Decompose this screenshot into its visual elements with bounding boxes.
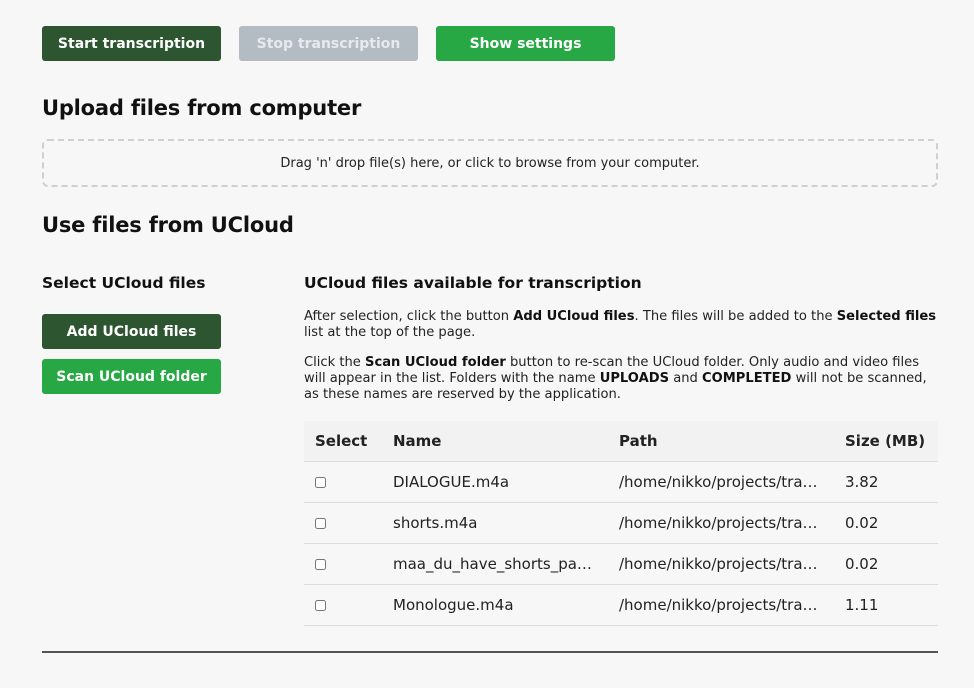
para2-bold-1: Scan UCloud folder — [365, 355, 506, 370]
para1-text-3: list at the top of the page. — [304, 325, 476, 340]
table-row: DIALOGUE.m4a /home/nikko/projects/tra… 3… — [304, 461, 938, 503]
row-select-cell — [304, 584, 382, 626]
ucloud-heading: Use files from UCloud — [42, 213, 294, 237]
row-size: 3.82 — [834, 461, 938, 503]
para2-bold-3: COMPLETED — [702, 371, 792, 386]
available-files-heading: UCloud files available for transcription — [304, 274, 642, 292]
instructions-paragraph-2: Click the Scan UCloud folder button to r… — [304, 355, 944, 403]
row-name: DIALOGUE.m4a — [382, 461, 608, 503]
row-name: shorts.m4a — [382, 502, 608, 544]
para1-bold-1: Add UCloud files — [513, 309, 635, 324]
row-path: /home/nikko/projects/tra… — [608, 502, 834, 544]
size-column-header: Size (MB) — [834, 421, 938, 462]
para1-text-2: . The files will be added to the — [634, 309, 837, 324]
row-checkbox[interactable] — [315, 558, 326, 570]
row-checkbox[interactable] — [315, 517, 326, 529]
para2-text-3: and — [669, 371, 702, 386]
para1-bold-2: Selected files — [836, 309, 937, 324]
row-name: Monologue.m4a — [382, 584, 608, 626]
table-row: Monologue.m4a /home/nikko/projects/tra… … — [304, 584, 938, 626]
row-checkbox[interactable] — [315, 599, 326, 611]
row-size: 0.02 — [834, 543, 938, 585]
para2-text-1: Click the — [304, 355, 366, 370]
start-transcription-button[interactable]: Start transcription — [42, 26, 221, 61]
row-select-cell — [304, 543, 382, 585]
table-row: shorts.m4a /home/nikko/projects/tra… 0.0… — [304, 502, 938, 544]
ucloud-files-table: Select Name Path Size (MB) DIALOGUE.m4a … — [304, 421, 938, 626]
row-size: 0.02 — [834, 502, 938, 544]
select-column-header: Select — [304, 421, 382, 462]
path-column-header: Path — [608, 421, 834, 462]
scan-ucloud-folder-button[interactable]: Scan UCloud folder — [42, 359, 221, 394]
row-path: /home/nikko/projects/tra… — [608, 461, 834, 503]
table-row: maa_du_have_shorts_paa… /home/nikko/proj… — [304, 543, 938, 585]
bottom-divider — [42, 651, 938, 653]
upload-heading: Upload files from computer — [42, 96, 362, 120]
row-select-cell — [304, 502, 382, 544]
row-size: 1.11 — [834, 584, 938, 626]
instructions-paragraph-1: After selection, click the button Add UC… — [304, 309, 944, 341]
show-settings-button[interactable]: Show settings — [436, 26, 615, 61]
dropzone-text: Drag 'n' drop file(s) here, or click to … — [280, 155, 700, 171]
row-checkbox[interactable] — [315, 476, 326, 488]
para1-text-1: After selection, click the button — [304, 309, 514, 324]
table-header-row: Select Name Path Size (MB) — [304, 421, 938, 462]
select-ucloud-heading: Select UCloud files — [42, 274, 206, 292]
row-path: /home/nikko/projects/tra… — [608, 584, 834, 626]
stop-transcription-button[interactable]: Stop transcription — [239, 26, 418, 61]
row-name: maa_du_have_shorts_paa… — [382, 543, 608, 585]
name-column-header: Name — [382, 421, 608, 462]
add-ucloud-files-button[interactable]: Add UCloud files — [42, 314, 221, 349]
file-dropzone[interactable]: Drag 'n' drop file(s) here, or click to … — [42, 139, 938, 187]
row-path: /home/nikko/projects/tra… — [608, 543, 834, 585]
row-select-cell — [304, 461, 382, 503]
para2-bold-2: UPLOADS — [599, 371, 670, 386]
